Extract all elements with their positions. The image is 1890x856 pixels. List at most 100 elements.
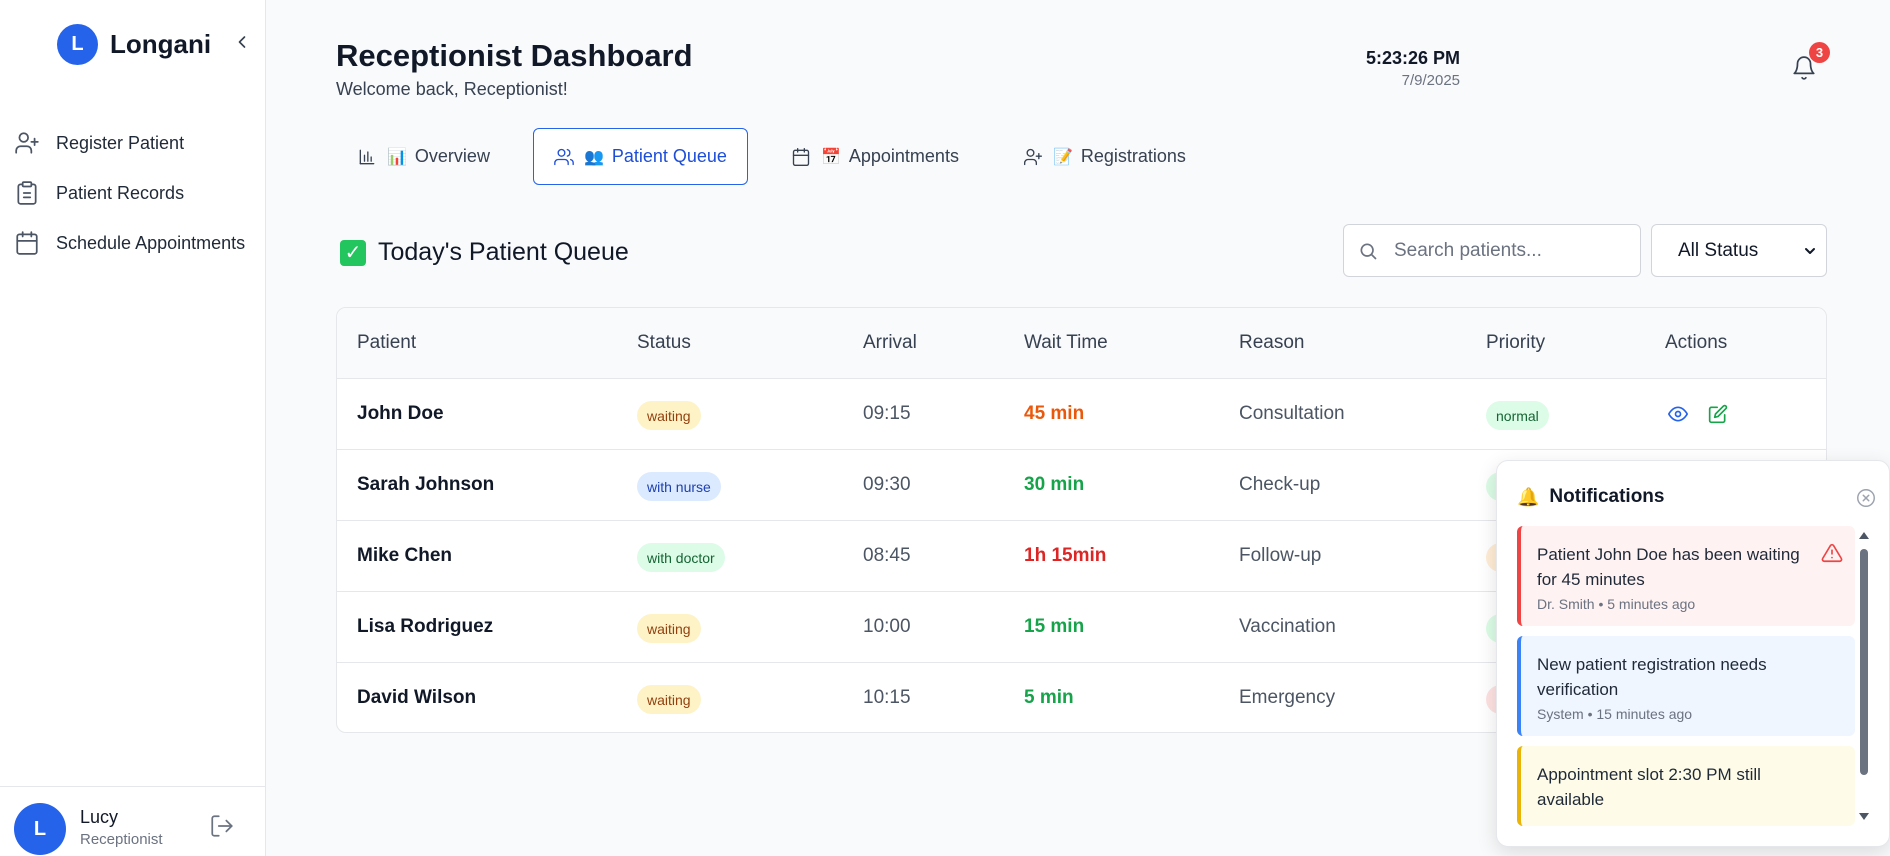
- patient-name: Lisa Rodriguez: [357, 616, 494, 637]
- notifications-list: Patient John Doe has been waiting for 45…: [1517, 526, 1855, 828]
- tab-overview[interactable]: 📊 Overview: [336, 128, 511, 185]
- sidebar-item-register-patient[interactable]: Register Patient: [14, 118, 245, 168]
- patient-name: Mike Chen: [357, 545, 453, 566]
- arrival-time: 10:00: [863, 616, 911, 637]
- tab-registrations[interactable]: 📝 Registrations: [1002, 128, 1207, 185]
- calendar-emoji-icon: 📅: [820, 148, 841, 166]
- scrollbar-thumb[interactable]: [1860, 549, 1868, 775]
- column-header: Actions: [1665, 332, 1728, 353]
- user-role: Receptionist: [80, 831, 163, 848]
- clock-date: 7/9/2025: [1401, 72, 1460, 89]
- visit-reason: Vaccination: [1239, 616, 1336, 637]
- visit-reason: Check-up: [1239, 474, 1321, 495]
- page-title: Receptionist Dashboard: [336, 38, 693, 73]
- arrival-time: 08:45: [863, 545, 911, 566]
- sidebar-item-label: Register Patient: [56, 132, 185, 153]
- column-header: Status: [637, 332, 691, 353]
- close-icon[interactable]: [1855, 487, 1877, 509]
- wait-time: 1h 15min: [1024, 545, 1107, 566]
- bar-chart-icon: [359, 149, 375, 164]
- queue-title: Today's Patient Queue: [378, 238, 629, 266]
- clock-time: 5:23:26 PM: [1365, 48, 1460, 68]
- notification-item[interactable]: New patient registration needs verificat…: [1517, 636, 1855, 736]
- tab-label: Appointments: [848, 146, 959, 166]
- clipboard-icon: [17, 181, 37, 205]
- notification-message: Appointment slot 2:30 PM still available: [1537, 765, 1761, 809]
- wait-time: 15 min: [1024, 616, 1085, 637]
- calendar-icon: [16, 231, 38, 255]
- search-box: [1343, 224, 1641, 277]
- status-filter-select[interactable]: All Status: [1651, 224, 1827, 277]
- brand: L Longani: [57, 24, 211, 65]
- column-header: Priority: [1486, 332, 1546, 353]
- sidebar-item-label: Schedule Appointments: [56, 232, 246, 253]
- avatar: L: [14, 803, 66, 855]
- search-input[interactable]: [1394, 239, 1624, 262]
- calendar-icon: [792, 147, 810, 166]
- notifications-panel: 🔔 Notifications Patient John Doe has bee…: [1496, 460, 1890, 847]
- bell-emoji-icon: 🔔: [1517, 486, 1540, 507]
- people-emoji-icon: 👥: [583, 148, 604, 166]
- scroll-down-arrow-icon[interactable]: [1858, 810, 1870, 822]
- tab-label: Overview: [414, 146, 490, 166]
- visit-reason: Consultation: [1239, 403, 1345, 424]
- table-row[interactable]: John Doe waiting 09:15 45 min Consultati…: [337, 379, 1826, 450]
- wait-time: 30 min: [1024, 474, 1085, 495]
- status-badge: with doctor: [637, 543, 725, 572]
- user-profile: L Lucy Receptionist: [0, 786, 266, 856]
- brand-avatar: L: [57, 24, 98, 65]
- tab-label: Registrations: [1080, 146, 1186, 166]
- memo-emoji-icon: 📝: [1052, 148, 1073, 166]
- column-header: Arrival: [863, 332, 917, 353]
- warning-icon: [1821, 543, 1843, 563]
- search-icon: [1360, 243, 1377, 259]
- sidebar-item-schedule-appointments[interactable]: Schedule Appointments: [14, 218, 245, 268]
- sidebar-item-patient-records[interactable]: Patient Records: [14, 168, 245, 218]
- sidebar-item-label: Patient Records: [56, 182, 185, 203]
- arrival-time: 09:15: [863, 403, 911, 424]
- notification-meta: System • 15 minutes ago: [1537, 706, 1693, 722]
- sidebar: L Longani Register Patient Patient Recor…: [0, 0, 266, 856]
- tab-label: Patient Queue: [611, 146, 727, 166]
- wait-time: 45 min: [1024, 403, 1085, 424]
- patient-name: Sarah Johnson: [357, 474, 495, 495]
- status-badge: waiting: [637, 614, 701, 643]
- tab-bar: 📊 Overview 👥 Patient Queue 📅 Appointment…: [336, 128, 1229, 185]
- sidebar-nav: Register Patient Patient Records Schedul…: [14, 118, 245, 268]
- notification-message: Patient John Doe has been waiting for 45…: [1537, 545, 1800, 589]
- queue-heading: ✓ Today's Patient Queue: [340, 238, 629, 267]
- notifications-title: Notifications: [1549, 486, 1665, 507]
- chevron-down-icon: [1805, 248, 1815, 254]
- user-plus-icon: [15, 132, 39, 154]
- notification-item[interactable]: Patient John Doe has been waiting for 45…: [1517, 526, 1855, 626]
- column-header: Patient: [357, 332, 417, 353]
- arrival-time: 10:15: [863, 687, 911, 708]
- eye-icon[interactable]: [1668, 404, 1688, 424]
- visit-reason: Follow-up: [1239, 545, 1322, 566]
- tab-patient-queue[interactable]: 👥 Patient Queue: [532, 128, 748, 185]
- notifications-header: 🔔 Notifications: [1517, 486, 1664, 508]
- users-icon: [554, 148, 574, 165]
- chevron-left-icon[interactable]: [232, 32, 252, 52]
- logout-icon[interactable]: [209, 813, 235, 839]
- visit-reason: Emergency: [1239, 687, 1336, 708]
- priority-badge: normal: [1486, 401, 1549, 430]
- arrival-time: 09:30: [863, 474, 911, 495]
- patient-name: John Doe: [357, 403, 444, 424]
- status-badge: waiting: [637, 685, 701, 714]
- notification-badge: 3: [1809, 42, 1830, 63]
- notification-meta: Dr. Smith • 5 minutes ago: [1537, 596, 1696, 612]
- tab-appointments[interactable]: 📅 Appointments: [770, 128, 980, 185]
- user-plus-icon: [1023, 148, 1042, 165]
- edit-icon[interactable]: [1708, 404, 1728, 424]
- wait-time: 5 min: [1024, 687, 1074, 708]
- status-badge: waiting: [637, 401, 701, 430]
- status-filter-value: All Status: [1678, 239, 1759, 261]
- scroll-up-arrow-icon[interactable]: [1858, 530, 1870, 542]
- patient-name: David Wilson: [357, 687, 477, 708]
- check-icon: ✓: [340, 239, 366, 266]
- table-header: Patient Status Arrival Wait Time Reason …: [337, 308, 1826, 379]
- column-header: Wait Time: [1024, 332, 1108, 353]
- brand-name: Longani: [110, 29, 212, 59]
- notification-item[interactable]: Appointment slot 2:30 PM still available: [1517, 746, 1855, 826]
